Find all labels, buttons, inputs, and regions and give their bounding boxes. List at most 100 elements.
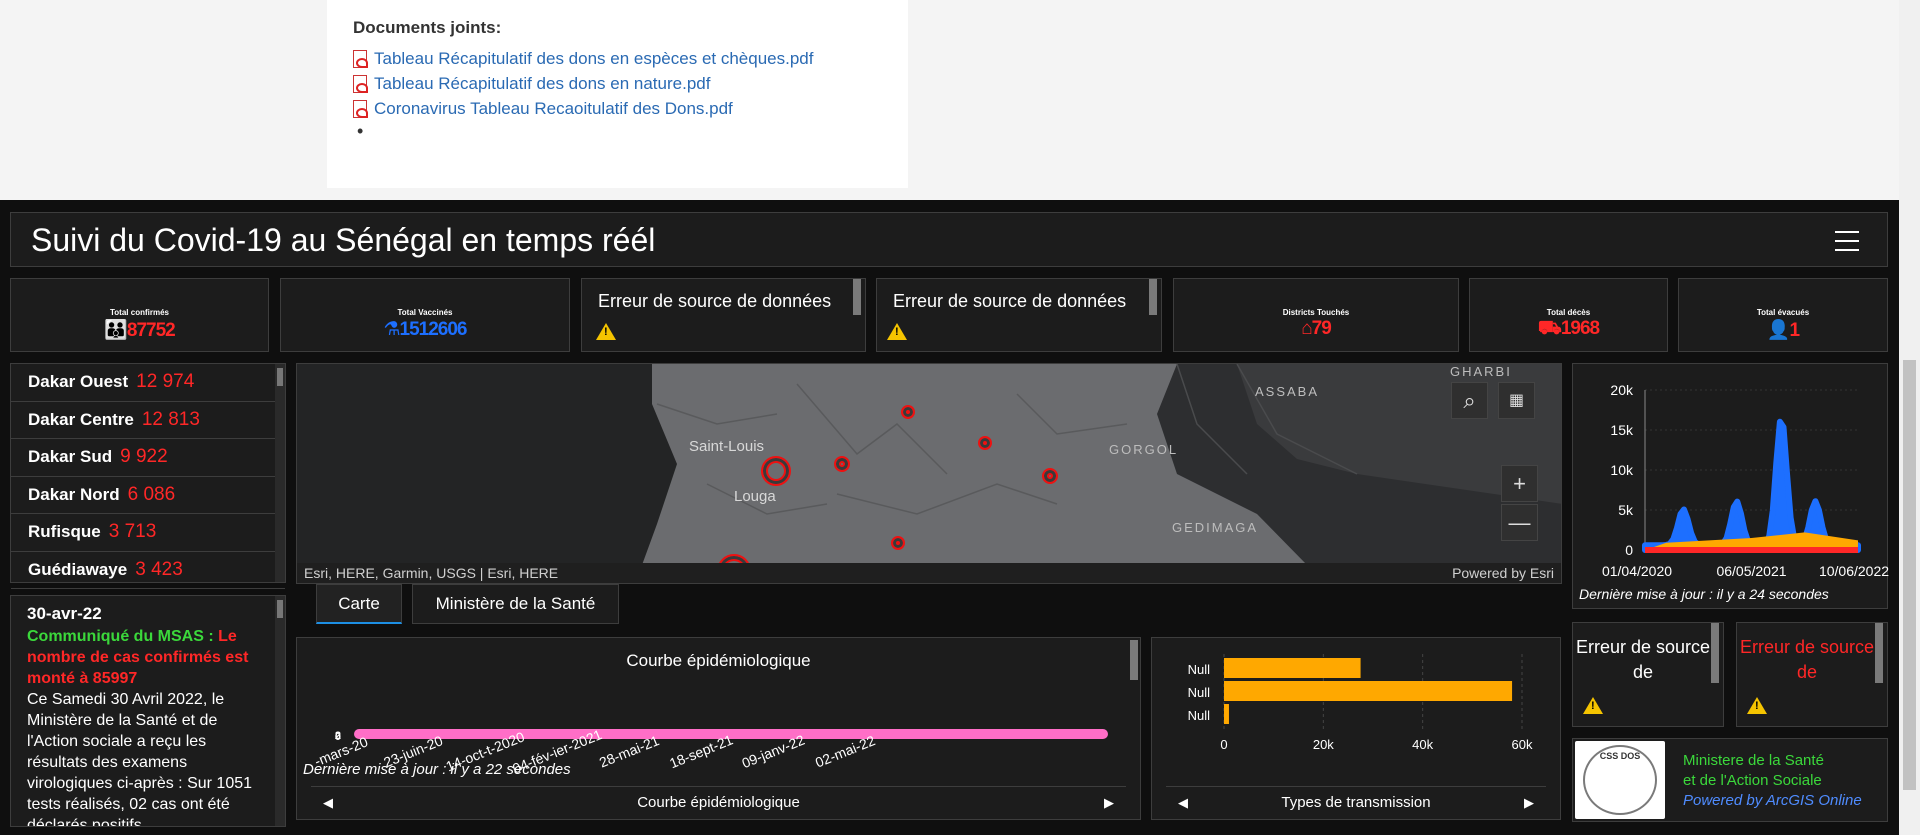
list-scrollbar[interactable]: [275, 364, 285, 582]
transmission-chart: 0 20k 40k 60k Null Null Null: [1188, 654, 1533, 752]
map-label-gedimaga: GEDIMAGA: [1172, 520, 1259, 535]
bar: [1224, 704, 1229, 724]
list-item[interactable]: Dakar Centre 12 813: [11, 402, 285, 439]
y-tick-label: 20k: [1610, 382, 1634, 398]
ministry-panel: CSS DOS Ministere de la Santé et de l'Ac…: [1572, 738, 1888, 822]
ts-update-time: Dernière mise à jour : il y a 24 seconde…: [1579, 586, 1829, 602]
category-label: Null: [1188, 708, 1211, 723]
kpi-districts: Districts Touchés ⌂79: [1173, 278, 1459, 352]
kpi-value: 👪87752: [104, 320, 176, 341]
pdf-icon: [353, 49, 368, 68]
list-item[interactable]: Guédiawaye 3 423: [11, 552, 285, 589]
list-item[interactable]: Rufisque 3 713: [11, 514, 285, 552]
epi-update-time: Dernière mise à jour : il y a 22 seconde…: [303, 761, 571, 778]
dashboard-header: Suivi du Covid-19 au Sénégal en temps ré…: [10, 212, 1888, 267]
list-item[interactable]: Dakar Nord 6 086: [11, 477, 285, 514]
error-message: Erreur de source de données: [598, 291, 832, 311]
news-date: 30-avr-22: [27, 604, 102, 623]
kpi-vaccinated: Total Vaccinés ⚗1512606: [280, 278, 570, 352]
kpi-label: Total confirmés: [110, 308, 169, 317]
qr-icon[interactable]: ▦: [1498, 382, 1535, 419]
side-error-1: Erreur de source de: [1572, 622, 1724, 727]
panel-scrollbar[interactable]: [1711, 623, 1719, 683]
kpi-label: Total évacués: [1756, 308, 1810, 317]
news-body: Ce Samedi 30 Avril 2022, le Ministère de…: [27, 691, 253, 827]
arcgis-link[interactable]: Powered by ArcGIS Online: [1683, 791, 1862, 811]
kpi-confirmed: Total confirmés 👪87752: [10, 278, 269, 352]
document-link-nature[interactable]: Tableau Récapitulatif des dons en nature…: [353, 71, 882, 96]
side-error-2: Erreur de source de: [1736, 622, 1888, 727]
map-view[interactable]: GHARBI ASSABA GORGOL GEDIMAGA Saint-Loui…: [296, 363, 1562, 584]
search-icon[interactable]: ⌕: [1451, 382, 1488, 419]
vaccine-icon: ⚗: [383, 319, 400, 340]
map-label-gharbi: GHARBI: [1450, 364, 1512, 379]
bed-icon: ⛟: [1537, 318, 1562, 339]
map-marker[interactable]: [761, 456, 791, 486]
category-label: Null: [1188, 662, 1211, 677]
list-bullet: •: [357, 121, 364, 141]
document-link-summary[interactable]: Coronavirus Tableau Recaoitulatif des Do…: [353, 96, 882, 121]
kpi-label: Districts Touchés: [1282, 308, 1350, 317]
map-canvas[interactable]: [297, 364, 1562, 565]
y-tick-label: 0: [1625, 542, 1633, 558]
zoom-out-button[interactable]: —: [1501, 504, 1538, 541]
zoom-in-button[interactable]: +: [1501, 465, 1538, 502]
map-marker[interactable]: [1042, 468, 1058, 484]
kpi-value: ⌂79: [1301, 318, 1332, 339]
list-item[interactable]: Dakar Ouest 12 974: [11, 364, 285, 402]
map-marker[interactable]: [891, 536, 905, 550]
kpi-value: ⛟1968: [1537, 318, 1600, 339]
chevron-right-icon[interactable]: ▶: [1104, 787, 1114, 819]
y-tick-label: 15k: [1610, 422, 1634, 438]
map-marker[interactable]: [901, 405, 915, 419]
panel-scrollbar[interactable]: [1130, 640, 1138, 680]
map-label-gorgol: GORGOL: [1109, 442, 1179, 457]
epi-curve-title: Courbe épidémiologique: [626, 651, 811, 670]
y-tick-label: 0: [335, 731, 341, 743]
epi-curve-panel: Courbe épidémiologique 2 0 -mars-20 23-juin…: [296, 637, 1141, 820]
ministry-logo: CSS DOS: [1575, 741, 1665, 819]
map-marker[interactable]: [978, 436, 992, 450]
district-list: Dakar Ouest 12 974 Dakar Centre 12 813 Dak…: [10, 363, 286, 589]
tab-carte[interactable]: Carte: [316, 584, 402, 624]
timeseries-chart: 0 5k 10k 15k 20k 01/04/2020 06/05/2021 10/06/20…: [1602, 382, 1889, 579]
warning-icon: [1747, 697, 1767, 714]
transmission-pager: ◀ Types de transmission ▶: [1166, 786, 1546, 819]
y-tick-label: 10k: [1610, 462, 1634, 478]
x-tick-label: 20k: [1313, 737, 1334, 752]
warning-icon: [596, 323, 616, 340]
map-label-assaba: ASSABA: [1255, 384, 1320, 399]
document-link-cash[interactable]: Tableau Récapitulatif des dons en espèce…: [353, 46, 882, 71]
kpi-label: Total décès: [1546, 308, 1591, 317]
kpi-label: Total Vaccinés: [397, 308, 453, 317]
menu-icon[interactable]: [1835, 231, 1859, 251]
panel-scrollbar[interactable]: [1875, 623, 1883, 683]
panel-scrollbar[interactable]: [1149, 279, 1157, 315]
people-icon: 👪: [104, 320, 128, 341]
house-icon: ⌂: [1301, 318, 1313, 339]
error-message: Erreur de source de: [1739, 637, 1875, 682]
x-tick-label: 0: [1220, 737, 1227, 752]
error-message: Erreur de source de: [1575, 637, 1711, 682]
kpi-error-2: Erreur de source de données: [876, 278, 1162, 352]
chevron-left-icon[interactable]: ◀: [323, 787, 333, 819]
warning-icon: [1583, 697, 1603, 714]
news-headline-source: Communiqué du MSAS: [27, 628, 204, 645]
chevron-right-icon[interactable]: ▶: [1524, 787, 1534, 819]
pdf-icon: [353, 99, 368, 118]
epi-pager: ◀ Courbe épidémiologique ▶: [311, 786, 1126, 819]
documents-panel: Documents joints: Tableau Récapitulatif …: [327, 0, 908, 188]
page-scrollbar[interactable]: [1899, 0, 1920, 835]
tab-ministere[interactable]: Ministère de la Santé: [412, 584, 619, 624]
panel-scrollbar[interactable]: [853, 279, 861, 315]
list-item[interactable]: Dakar Sud 9 922: [11, 439, 285, 477]
page-scrollbar-thumb[interactable]: [1903, 360, 1916, 790]
kpi-value: 👤1: [1766, 320, 1800, 341]
pdf-icon: [353, 74, 368, 93]
transmission-panel: 0 20k 40k 60k Null Null Null ◀ Types de transm…: [1151, 637, 1561, 820]
map-marker[interactable]: [834, 456, 850, 472]
x-tick-label: 60k: [1512, 737, 1533, 752]
chevron-left-icon[interactable]: ◀: [1178, 787, 1188, 819]
error-message: Erreur de source de données: [893, 291, 1127, 311]
news-scrollbar[interactable]: [275, 596, 285, 826]
